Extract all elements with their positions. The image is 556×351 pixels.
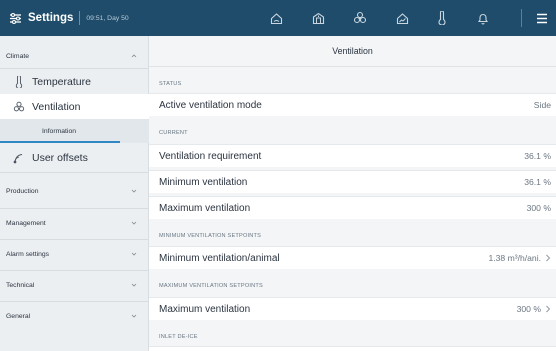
sidebar-group-technical[interactable]: Technical [0, 270, 149, 300]
section-header-maximum-setpoints: MAXIMUM VENTILATION SETPOINTS [159, 283, 263, 289]
row-value: 300 % [526, 203, 551, 213]
section-header-status: STATUS [159, 81, 182, 87]
sidebar-item-temperature[interactable]: Temperature [0, 69, 149, 94]
menu-icon[interactable] [533, 9, 551, 27]
row-minimum-ventilation: Minimum ventilation 36.1 % [149, 170, 556, 193]
signal-arcs-icon [13, 152, 25, 164]
row-value: 1.38 m³/h/ani. [488, 253, 541, 263]
sidebar-item-label: Temperature [32, 75, 91, 88]
sidebar-group-general[interactable]: General [0, 301, 149, 331]
row-label: Minimum ventilation [159, 176, 248, 188]
row-label: Maximum ventilation [159, 303, 251, 315]
sidebar-item-label: User offsets [32, 152, 88, 164]
chevron-right-icon [546, 254, 551, 262]
fan-icon [13, 101, 25, 113]
row-inlet-deice-partial [149, 346, 556, 351]
section-header-minimum-setpoints: MINIMUM VENTILATION SETPOINTS [159, 233, 262, 239]
row-maximum-ventilation-setpoint[interactable]: Maximum ventilation 300 % [149, 297, 556, 320]
sidebar-group-management[interactable]: Management [0, 208, 149, 238]
chevron-down-icon [131, 314, 137, 318]
chevron-down-icon [131, 189, 137, 193]
sidebar-group-label: Climate [6, 52, 30, 60]
sidebar-group-label: Alarm settings [6, 250, 50, 258]
sidebar-subitem-information[interactable]: Information [0, 119, 149, 143]
thermometer-icon[interactable] [433, 9, 451, 27]
section-header-inlet-deice: INLET DE-ICE [159, 334, 198, 340]
chevron-down-icon [131, 252, 137, 256]
sidebar-group-production[interactable]: Production [0, 176, 149, 206]
sidebar-group-alarm-settings[interactable]: Alarm settings [0, 239, 149, 269]
barn-icon[interactable] [309, 9, 327, 27]
sidebar-group-label: Management [6, 219, 46, 227]
row-minimum-ventilation-per-animal[interactable]: Minimum ventilation/animal 1.38 m³/h/ani… [149, 246, 556, 269]
sidebar-group-climate[interactable]: Climate [0, 44, 149, 68]
sidebar-group-label: General [6, 312, 31, 320]
chevron-down-icon [131, 283, 137, 287]
row-label: Ventilation requirement [159, 150, 262, 162]
top-bar: Settings 09:51, Day 50 [0, 0, 556, 36]
sidebar: Climate Temperature Ventilation Informat… [0, 36, 149, 351]
row-label: Maximum ventilation [159, 202, 251, 214]
house-icon[interactable] [267, 9, 285, 27]
row-value: 36.1 % [524, 177, 551, 187]
row-maximum-ventilation: Maximum ventilation 300 % [149, 196, 556, 219]
fan-icon[interactable] [351, 9, 369, 27]
sidebar-group-label: Technical [6, 281, 35, 289]
chevron-up-icon [131, 54, 137, 58]
row-value: 36.1 % [524, 151, 551, 161]
row-value: 300 % [516, 304, 541, 314]
thermometer-icon [13, 75, 25, 88]
bell-icon[interactable] [474, 9, 492, 27]
row-active-ventilation-mode: Active ventilation mode Side [149, 93, 556, 116]
sidebar-item-ventilation[interactable]: Ventilation [0, 94, 149, 119]
page-title: Ventilation [149, 36, 556, 67]
sidebar-subitem-label: Information [42, 127, 77, 135]
sidebar-group-label: Production [6, 187, 39, 195]
menu-divider [521, 9, 522, 27]
chevron-right-icon [546, 305, 551, 313]
row-value: Side [533, 100, 551, 110]
sidebar-item-label: Ventilation [32, 100, 81, 113]
divider [0, 172, 149, 173]
sidebar-item-user-offsets[interactable]: User offsets [0, 145, 149, 171]
main-content: Ventilation STATUS Active ventilation mo… [149, 36, 556, 351]
chart-icon[interactable] [393, 9, 411, 27]
section-header-current: CURRENT [159, 130, 188, 136]
row-ventilation-requirement: Ventilation requirement 36.1 % [149, 144, 556, 167]
row-label: Minimum ventilation/animal [159, 252, 280, 264]
row-label: Active ventilation mode [159, 99, 262, 111]
chevron-down-icon [131, 221, 137, 225]
